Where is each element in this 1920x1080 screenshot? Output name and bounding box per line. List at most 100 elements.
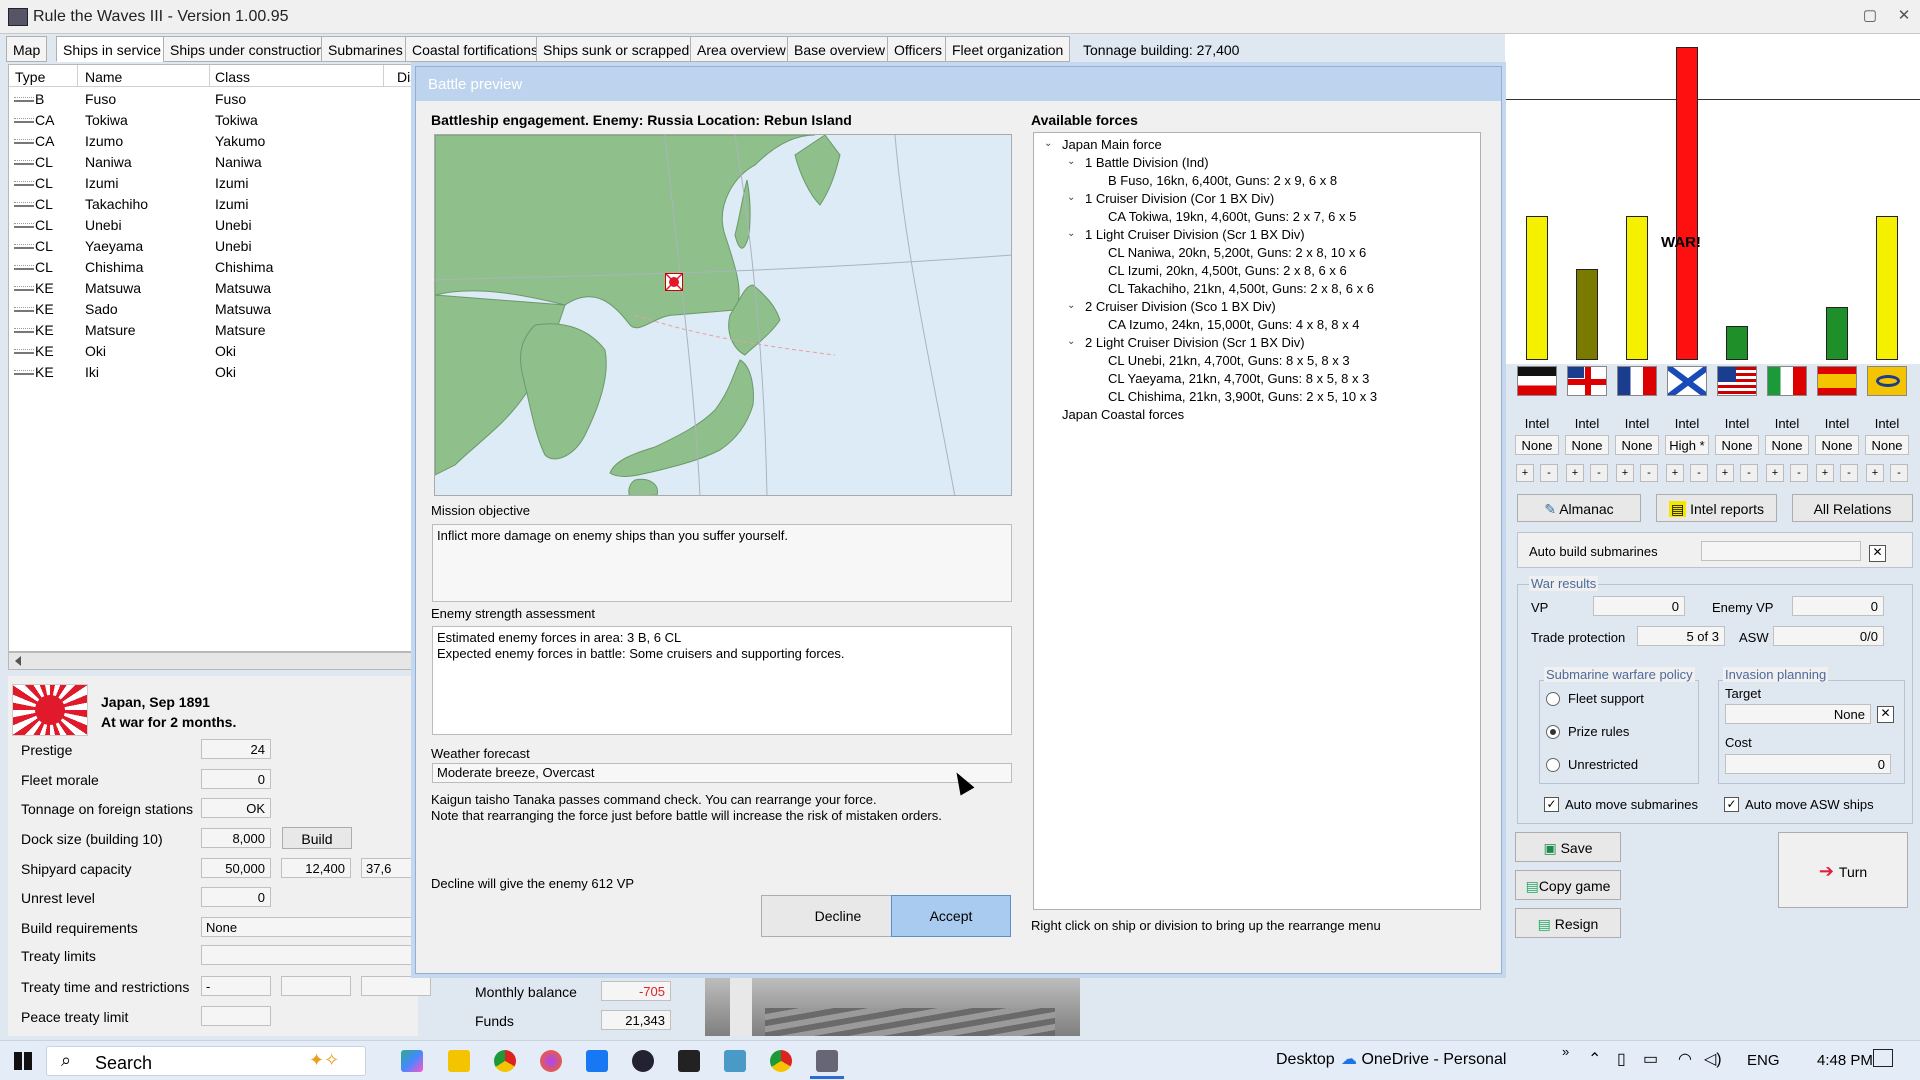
tree-force-node[interactable]: Japan Coastal forces <box>1062 407 1184 422</box>
intel-increase-button[interactable]: + <box>1666 464 1684 482</box>
intel-increase-button[interactable]: + <box>1866 464 1884 482</box>
table-row[interactable]: CL Izumi Izumi <box>9 173 417 194</box>
intel-decrease-button[interactable]: - <box>1740 464 1758 482</box>
tree-expander-icon[interactable]: ⌄ <box>1067 193 1077 204</box>
col-name[interactable]: Name <box>85 69 122 85</box>
device-icon[interactable]: ▯ <box>1617 1049 1626 1069</box>
tree-ship-node[interactable]: CA Tokiwa, 19kn, 4,600t, Guns: 2 x 7, 6 … <box>1108 209 1356 224</box>
tree-ship-node[interactable]: CL Naniwa, 20kn, 5,200t, Guns: 2 x 8, 10… <box>1108 245 1366 260</box>
chrome-icon[interactable] <box>494 1050 516 1072</box>
radio-prize-rules[interactable] <box>1546 725 1560 739</box>
intel-decrease-button[interactable]: - <box>1640 464 1658 482</box>
accept-button[interactable]: Accept <box>891 895 1011 937</box>
turn-button[interactable]: ➔ Turn <box>1778 832 1908 908</box>
tree-ship-node[interactable]: CL Chishima, 21kn, 3,900t, Guns: 2 x 5, … <box>1108 389 1377 404</box>
table-row[interactable]: KE Iki Oki <box>9 362 417 383</box>
tree-division-node[interactable]: 1 Cruiser Division (Cor 1 BX Div) <box>1085 191 1274 206</box>
intel-increase-button[interactable]: + <box>1566 464 1584 482</box>
table-row[interactable]: CL Yaeyama Unebi <box>9 236 417 257</box>
save-button[interactable]: ▣ Save <box>1515 832 1621 862</box>
table-row[interactable]: CL Naniwa Naniwa <box>9 152 417 173</box>
table-row[interactable]: B Fuso Fuso <box>9 89 417 110</box>
close-icon[interactable]: ✕ <box>1892 6 1916 26</box>
auto-move-subs-checkbox[interactable]: ✓ <box>1544 797 1559 812</box>
intel-decrease-button[interactable]: - <box>1790 464 1808 482</box>
copy-game-button[interactable]: ▤Copy game <box>1515 870 1621 900</box>
tree-expander-icon[interactable]: ⌄ <box>1067 229 1077 240</box>
notification-icon[interactable] <box>1873 1049 1893 1067</box>
onepassword-icon[interactable] <box>632 1050 654 1072</box>
tab-ships-under-construction[interactable]: Ships under construction <box>163 36 332 62</box>
radio-fleet-support[interactable] <box>1546 692 1560 706</box>
app-icon-blue[interactable] <box>724 1050 746 1072</box>
tab-ships-sunk[interactable]: Ships sunk or scrapped <box>536 36 697 62</box>
tree-division-node[interactable]: 1 Light Cruiser Division (Scr 1 BX Div) <box>1085 227 1305 242</box>
resign-button[interactable]: ▤ Resign <box>1515 908 1621 938</box>
tab-base-overview[interactable]: Base overview <box>787 36 893 62</box>
tree-division-node[interactable]: 1 Battle Division (Ind) <box>1085 155 1209 170</box>
tree-division-node[interactable]: 2 Light Cruiser Division (Scr 1 BX Div) <box>1085 335 1305 350</box>
auto-build-clear-icon[interactable]: ✕ <box>1869 545 1886 562</box>
chevron-up-icon[interactable]: ⌃ <box>1588 1049 1601 1069</box>
tab-area-overview[interactable]: Area overview <box>690 36 793 62</box>
terminal-icon[interactable] <box>678 1050 700 1072</box>
onedrive-label[interactable]: ☁ OneDrive - Personal <box>1341 1049 1506 1069</box>
table-row[interactable]: CA Tokiwa Tokiwa <box>9 110 417 131</box>
auto-build-field[interactable] <box>1701 541 1861 561</box>
overflow-icon[interactable]: » <box>1562 1044 1569 1059</box>
ship-list-scrollbar[interactable] <box>8 652 418 670</box>
table-row[interactable]: KE Sado Matsuwa <box>9 299 417 320</box>
target-value[interactable]: None <box>1725 704 1871 724</box>
intel-reports-button[interactable]: ▤ Intel reports <box>1656 494 1777 522</box>
table-row[interactable]: CL Takachiho Izumi <box>9 194 417 215</box>
tab-officers[interactable]: Officers <box>887 36 949 62</box>
tab-fleet-organization[interactable]: Fleet organization <box>945 36 1071 62</box>
target-clear-icon[interactable]: ✕ <box>1877 706 1894 723</box>
intel-increase-button[interactable]: + <box>1716 464 1734 482</box>
battle-map[interactable] <box>434 134 1012 496</box>
almanac-button[interactable]: ✎ Almanac <box>1517 494 1641 522</box>
tree-force-node[interactable]: Japan Main force <box>1062 137 1162 152</box>
tree-ship-node[interactable]: CA Izumo, 24kn, 15,000t, Guns: 4 x 8, 8 … <box>1108 317 1359 332</box>
build-dock-button[interactable]: Build <box>282 827 352 849</box>
desktop-label[interactable]: Desktop <box>1276 1051 1335 1069</box>
copilot-icon[interactable] <box>401 1050 423 1072</box>
col-type[interactable]: Type <box>15 69 45 85</box>
table-row[interactable]: KE Matsure Matsure <box>9 320 417 341</box>
col-class[interactable]: Class <box>215 69 250 85</box>
tree-expander-icon[interactable]: ⌄ <box>1044 139 1054 150</box>
all-relations-button[interactable]: All Relations <box>1792 494 1913 522</box>
clock[interactable]: 4:48 PM <box>1817 1052 1873 1069</box>
intel-increase-button[interactable]: + <box>1616 464 1634 482</box>
tree-expander-icon[interactable]: ⌄ <box>1067 337 1077 348</box>
firefox-icon[interactable] <box>540 1050 562 1072</box>
tree-ship-node[interactable]: B Fuso, 16kn, 6,400t, Guns: 2 x 9, 6 x 8 <box>1108 173 1337 188</box>
intel-decrease-button[interactable]: - <box>1840 464 1858 482</box>
chrome-alt-icon[interactable] <box>770 1050 792 1072</box>
intel-decrease-button[interactable]: - <box>1690 464 1708 482</box>
taskbar-search[interactable]: ⌕ Search ✦✧ <box>46 1046 366 1076</box>
table-row[interactable]: KE Oki Oki <box>9 341 417 362</box>
file-explorer-icon[interactable] <box>448 1050 470 1072</box>
tree-ship-node[interactable]: CL Yaeyama, 21kn, 4,700t, Guns: 8 x 5, 8… <box>1108 371 1369 386</box>
wifi-icon[interactable]: ◠ <box>1678 1049 1692 1069</box>
tab-map[interactable]: Map <box>6 36 48 62</box>
radio-unrestricted[interactable] <box>1546 758 1560 772</box>
battery-icon[interactable]: ▭ <box>1643 1049 1658 1069</box>
volume-icon[interactable]: ◁) <box>1704 1049 1722 1069</box>
dropbox-icon[interactable] <box>586 1050 608 1072</box>
intel-increase-button[interactable]: + <box>1516 464 1534 482</box>
tree-ship-node[interactable]: CL Takachiho, 21kn, 4,500t, Guns: 2 x 8,… <box>1108 281 1374 296</box>
rtw3-taskbar-icon[interactable] <box>816 1050 838 1072</box>
tree-expander-icon[interactable]: ⌄ <box>1067 301 1077 312</box>
intel-increase-button[interactable]: + <box>1766 464 1784 482</box>
auto-move-asw-checkbox[interactable]: ✓ <box>1724 797 1739 812</box>
table-row[interactable]: CA Izumo Yakumo <box>9 131 417 152</box>
tree-ship-node[interactable]: CL Unebi, 21kn, 4,700t, Guns: 8 x 5, 8 x… <box>1108 353 1350 368</box>
table-row[interactable]: CL Unebi Unebi <box>9 215 417 236</box>
tree-expander-icon[interactable]: ⌄ <box>1067 157 1077 168</box>
start-icon[interactable] <box>14 1052 32 1070</box>
tree-ship-node[interactable]: CL Izumi, 20kn, 4,500t, Guns: 2 x 8, 6 x… <box>1108 263 1347 278</box>
intel-decrease-button[interactable]: - <box>1540 464 1558 482</box>
language-indicator[interactable]: ENG <box>1747 1052 1780 1069</box>
